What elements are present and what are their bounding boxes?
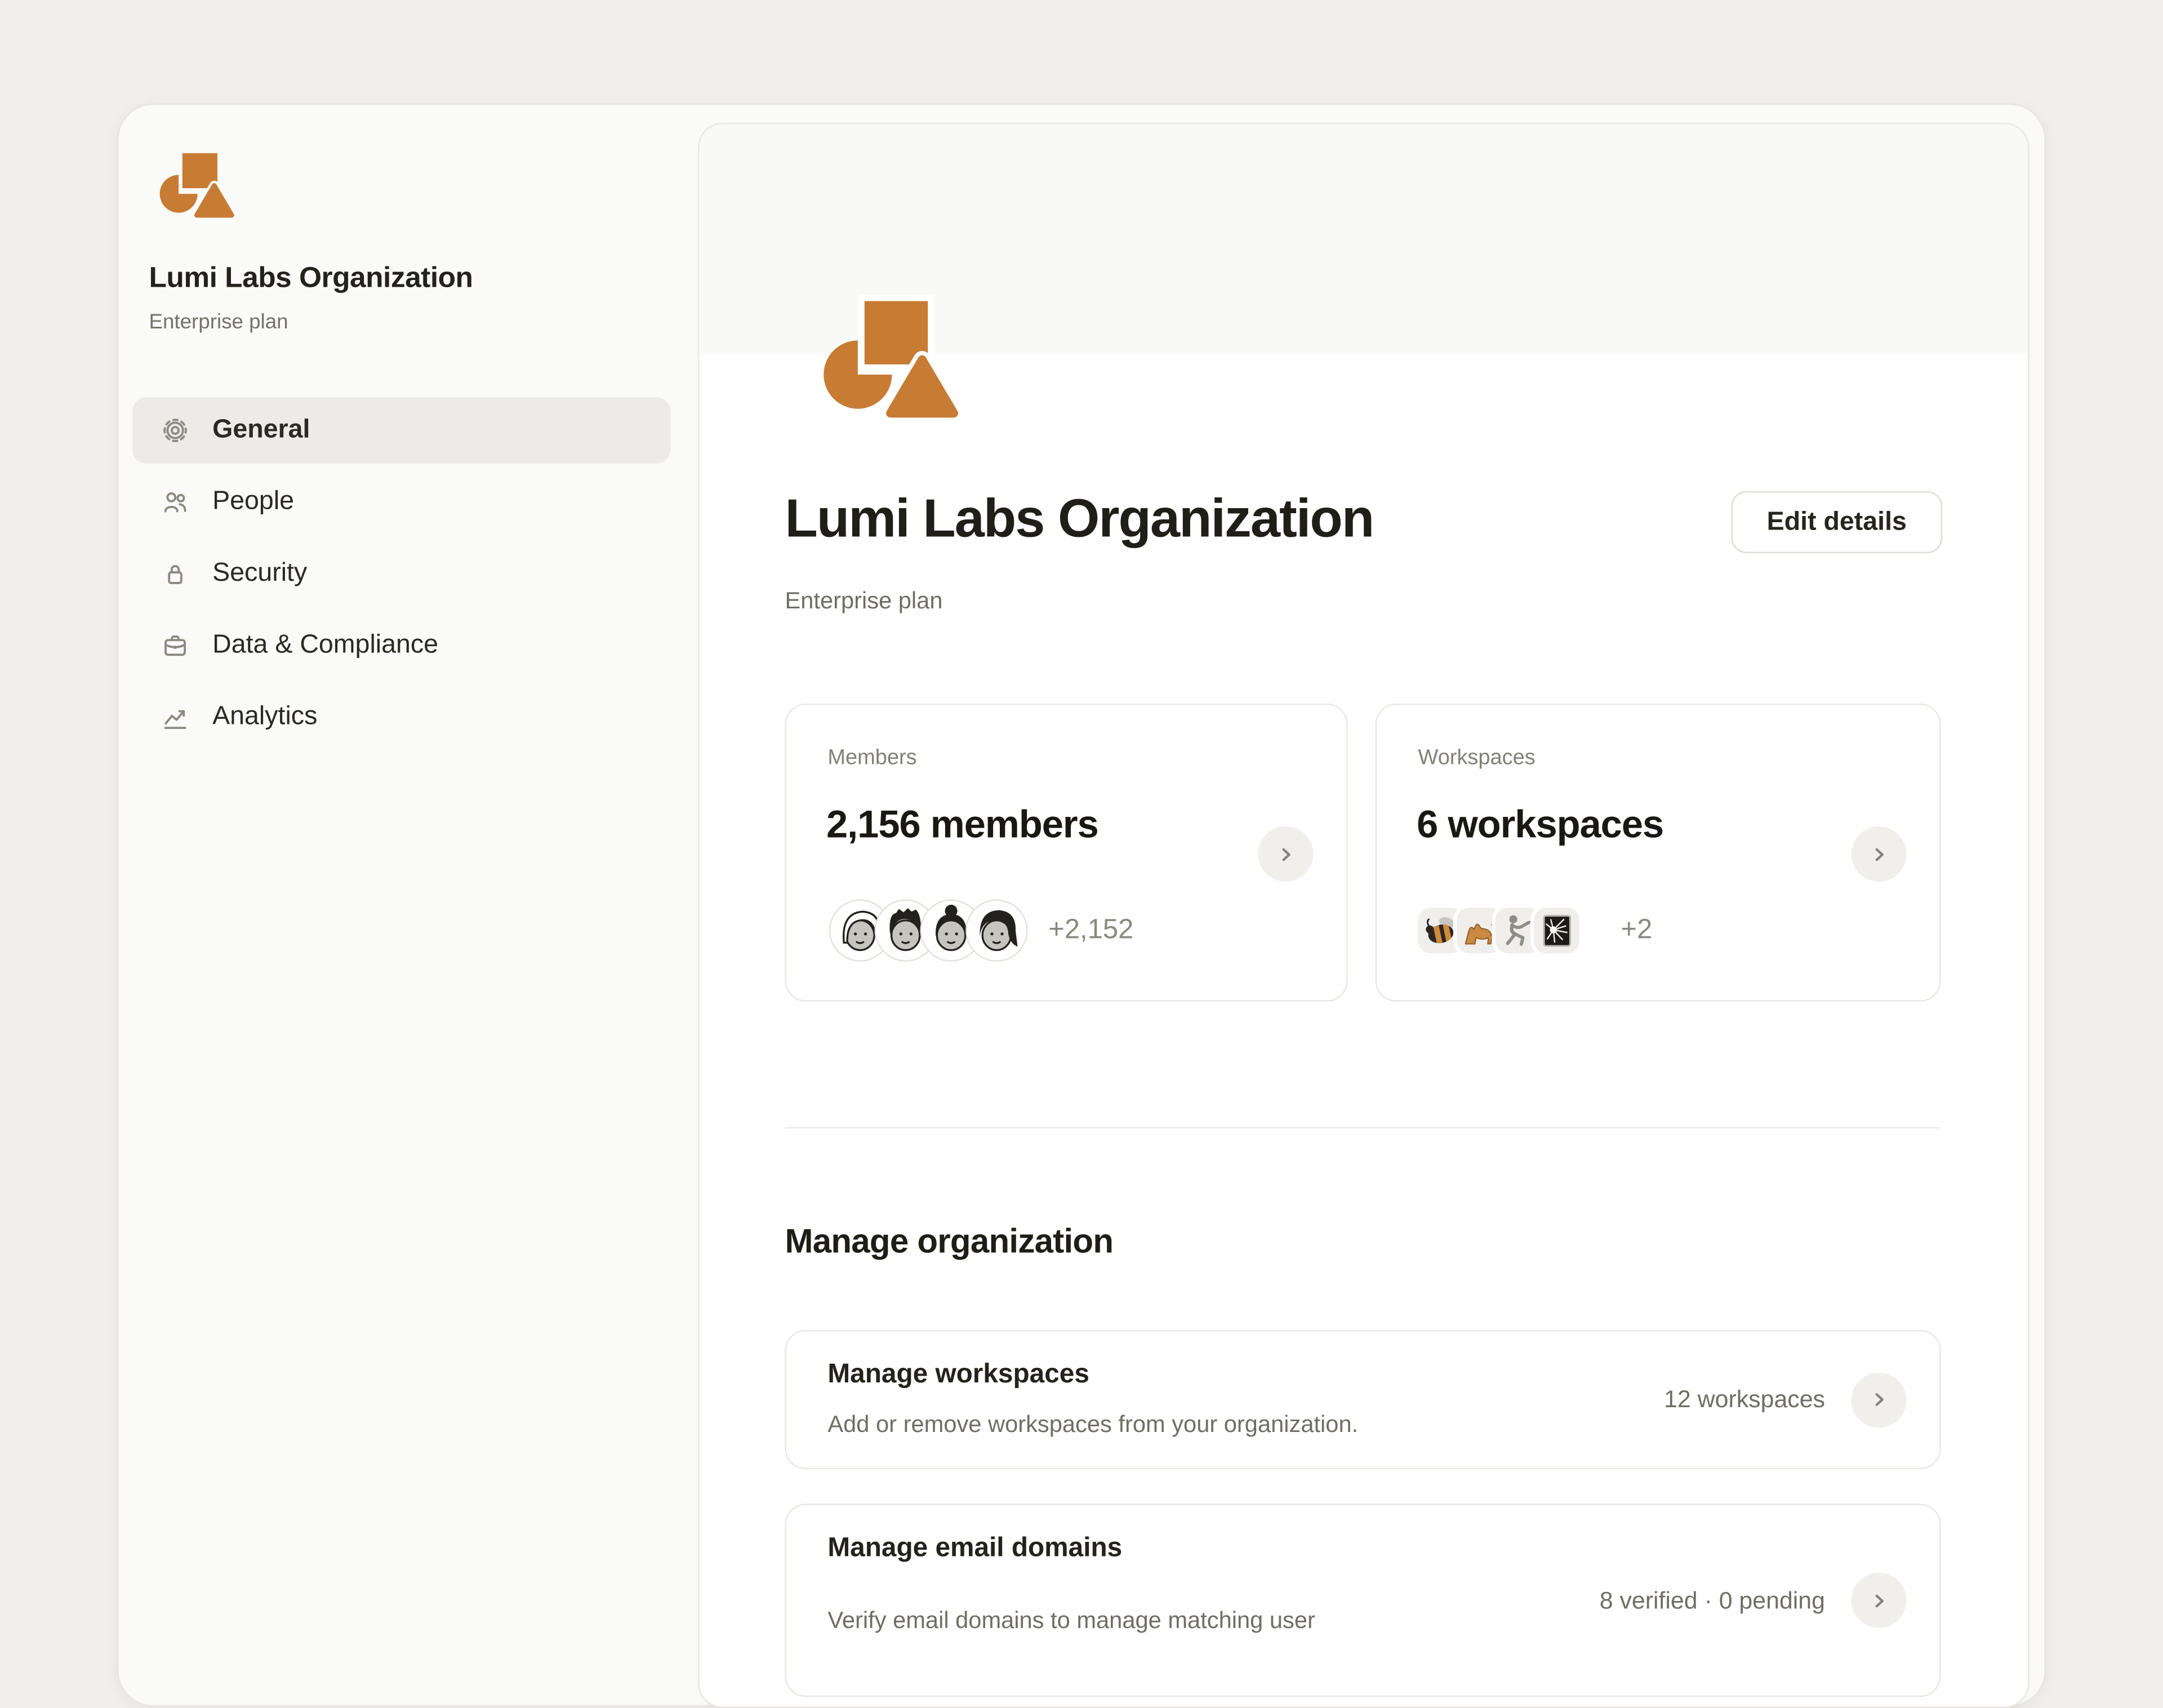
plan-label: Enterprise plan bbox=[785, 588, 942, 615]
main-panel: Lumi Labs Organization Enterprise plan E… bbox=[698, 123, 2029, 1708]
org-logo-large bbox=[804, 291, 959, 421]
sidebar: Lumi Labs Organization Enterprise plan G… bbox=[119, 105, 698, 1705]
page-title: Lumi Labs Organization bbox=[785, 490, 1373, 550]
members-card[interactable]: Members 2,156 members bbox=[785, 704, 1347, 1002]
row-description: Add or remove workspaces from your organ… bbox=[827, 1411, 1358, 1439]
member-avatar bbox=[964, 897, 1029, 962]
people-icon bbox=[160, 487, 190, 517]
organization-settings-screen: Lumi Labs Organization Enterprise plan G… bbox=[0, 0, 2163, 1622]
workspaces-chevron-button[interactable] bbox=[1852, 826, 1907, 882]
row-description: Verify email domains to manage matching … bbox=[827, 1607, 1315, 1635]
workspaces-emoji-row: +2 bbox=[1418, 897, 1653, 963]
chevron-right-icon bbox=[1275, 844, 1296, 865]
email-domains-meta: 8 verified · 0 pending bbox=[1600, 1586, 1825, 1614]
chevron-right-icon bbox=[1868, 1389, 1889, 1410]
row-side: 12 workspaces bbox=[1664, 1331, 1906, 1467]
row-side: 8 verified · 0 pending bbox=[1600, 1505, 1907, 1696]
manage-email-domains-row[interactable]: Manage email domains Verify email domain… bbox=[785, 1504, 1941, 1697]
org-logo bbox=[149, 148, 234, 219]
sidebar-item-label: Security bbox=[212, 559, 307, 589]
manage-email-domains-chevron-button[interactable] bbox=[1852, 1573, 1907, 1628]
briefcase-icon bbox=[160, 630, 190, 661]
chart-icon bbox=[160, 702, 190, 733]
sidebar-item-security[interactable]: Security bbox=[132, 541, 670, 607]
section-divider bbox=[785, 1127, 1941, 1128]
workspaces-card[interactable]: Workspaces 6 workspaces bbox=[1376, 704, 1941, 1002]
workspaces-overflow-count: +2 bbox=[1621, 914, 1653, 945]
workspaces-card-label: Workspaces bbox=[1418, 746, 1536, 771]
members-chevron-button[interactable] bbox=[1258, 826, 1313, 882]
org-plan-label: Enterprise plan bbox=[149, 310, 288, 334]
org-name: Lumi Labs Organization bbox=[149, 262, 473, 295]
row-title: Manage email domains bbox=[827, 1533, 1122, 1564]
members-avatar-row: +2,152 bbox=[827, 897, 1133, 963]
workspaces-count: 6 workspaces bbox=[1417, 803, 1663, 847]
row-title: Manage workspaces bbox=[827, 1359, 1089, 1390]
sidebar-item-people[interactable]: People bbox=[132, 469, 670, 536]
sidebar-item-label: People bbox=[212, 487, 294, 517]
workspaces-meta: 12 workspaces bbox=[1664, 1385, 1825, 1414]
sidebar-item-label: Analytics bbox=[212, 702, 317, 733]
manage-organization-heading: Manage organization bbox=[785, 1224, 1113, 1262]
lock-icon bbox=[160, 559, 190, 589]
manage-workspaces-row[interactable]: Manage workspaces Add or remove workspac… bbox=[785, 1330, 1941, 1469]
sidebar-item-label: General bbox=[212, 415, 310, 446]
workspace-tile-sparkler-icon bbox=[1534, 907, 1579, 953]
members-count: 2,156 members bbox=[826, 803, 1098, 847]
sidebar-item-analytics[interactable]: Analytics bbox=[132, 684, 670, 751]
chevron-right-icon bbox=[1868, 1590, 1889, 1611]
gear-icon bbox=[160, 415, 190, 446]
sidebar-item-general[interactable]: General bbox=[132, 397, 670, 464]
sidebar-item-data-compliance[interactable]: Data & Compliance bbox=[132, 612, 670, 679]
manage-workspaces-chevron-button[interactable] bbox=[1852, 1372, 1907, 1427]
members-overflow-count: +2,152 bbox=[1048, 914, 1133, 945]
sidebar-item-label: Data & Compliance bbox=[212, 630, 438, 661]
app-window: Lumi Labs Organization Enterprise plan G… bbox=[117, 104, 2046, 1707]
chevron-right-icon bbox=[1868, 844, 1889, 865]
edit-details-button[interactable]: Edit details bbox=[1731, 491, 1942, 553]
members-card-label: Members bbox=[827, 746, 916, 771]
sidebar-nav: General People bbox=[132, 397, 670, 750]
